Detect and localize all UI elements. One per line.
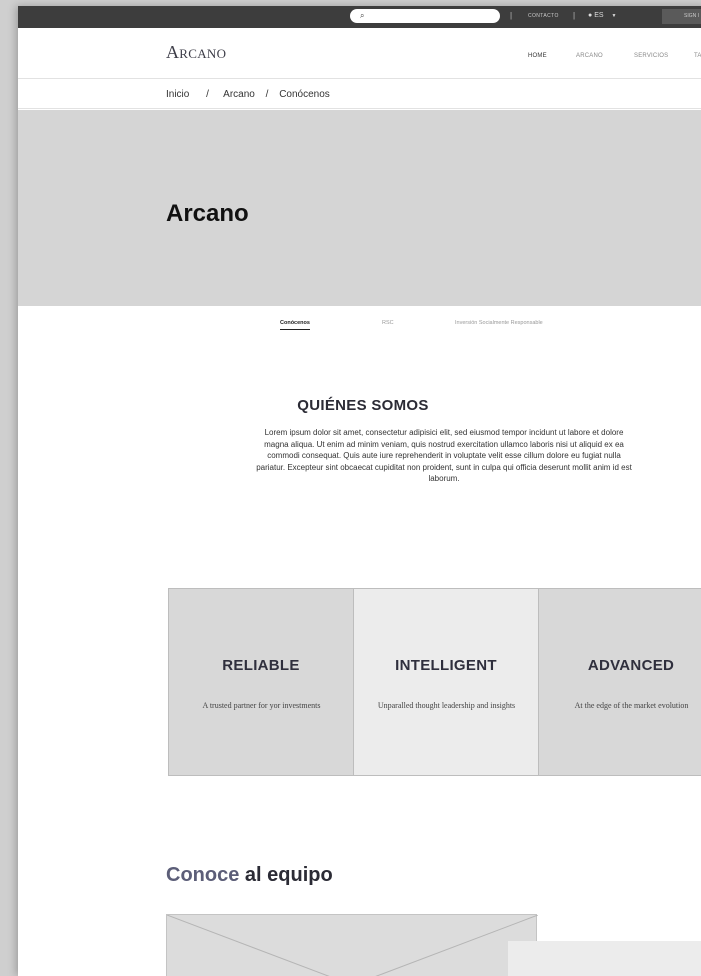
breadcrumb-current: Conócenos xyxy=(279,89,330,100)
card-title: RELIABLE xyxy=(222,657,300,674)
content-block xyxy=(508,941,701,976)
nav-home[interactable]: HOME xyxy=(528,53,547,59)
search-input[interactable]: ⌕ xyxy=(350,9,500,23)
language-selector[interactable]: ● ES ▼ xyxy=(588,12,616,19)
breadcrumb-inicio[interactable]: Inicio xyxy=(166,89,189,100)
sign-in-button[interactable]: SIGN I xyxy=(662,9,701,24)
logo[interactable]: Arcano xyxy=(166,42,226,63)
breadcrumb: Inicio / Arcano / Conócenos xyxy=(166,89,338,100)
card-text: At the edge of the market evolution xyxy=(574,701,689,710)
breadcrumb-arcano[interactable]: Arcano xyxy=(223,89,255,100)
nav-servicios[interactable]: SERVICIOS xyxy=(634,53,668,59)
placeholder-cross-icon xyxy=(167,915,538,976)
tab-conocenos[interactable]: Conócenos xyxy=(280,320,310,330)
globe-icon: ● xyxy=(588,12,593,19)
section-title: QUIÉNES SOMOS xyxy=(297,397,429,414)
separator: | xyxy=(510,11,513,20)
breadcrumb-separator: / xyxy=(206,89,209,100)
divider xyxy=(18,108,701,109)
tab-rsc[interactable]: RSC xyxy=(382,320,394,326)
card-text: A trusted partner for yor investments xyxy=(202,701,321,710)
page-frame: ⌕ | CONTACTO | ● ES ▼ SIGN I Arcano HOME… xyxy=(18,6,701,976)
breadcrumb-separator: / xyxy=(265,89,269,100)
card-text: Unparalled thought leadership and insigh… xyxy=(377,701,516,710)
utility-bar: ⌕ | CONTACTO | ● ES ▼ SIGN I xyxy=(18,6,701,28)
chevron-down-icon: ▼ xyxy=(611,13,617,19)
team-title-accent: Conoce xyxy=(166,864,240,886)
section-text: Lorem ipsum dolor sit amet, consectetur … xyxy=(256,428,632,483)
site-header: Arcano HOME ARCANO SERVICIOS TA xyxy=(18,28,701,79)
separator: | xyxy=(573,11,576,20)
card-title: ADVANCED xyxy=(587,657,675,674)
card-title: INTELLIGENT xyxy=(395,657,497,674)
language-label: ES xyxy=(594,12,604,19)
image-placeholder xyxy=(166,914,538,976)
team-title-rest: al equipo xyxy=(239,864,333,886)
tab-inversion-socialmente-responsable[interactable]: Inversión Socialmente Responsable xyxy=(455,320,543,326)
feature-cards: RELIABLE A trusted partner for yor inves… xyxy=(168,588,701,776)
feature-card-reliable: RELIABLE A trusted partner for yor inves… xyxy=(169,589,354,775)
contact-link[interactable]: CONTACTO xyxy=(528,13,559,19)
page-title: Arcano xyxy=(166,200,249,227)
team-section-title: Conoce al equipo xyxy=(166,864,333,887)
feature-card-advanced: ADVANCED At the edge of the market evolu… xyxy=(539,589,701,775)
search-icon: ⌕ xyxy=(360,11,365,20)
nav-more[interactable]: TA xyxy=(694,53,701,59)
feature-card-intelligent: INTELLIGENT Unparalled thought leadershi… xyxy=(354,589,539,775)
nav-arcano[interactable]: ARCANO xyxy=(576,53,603,59)
hero-banner: Arcano xyxy=(18,110,701,306)
